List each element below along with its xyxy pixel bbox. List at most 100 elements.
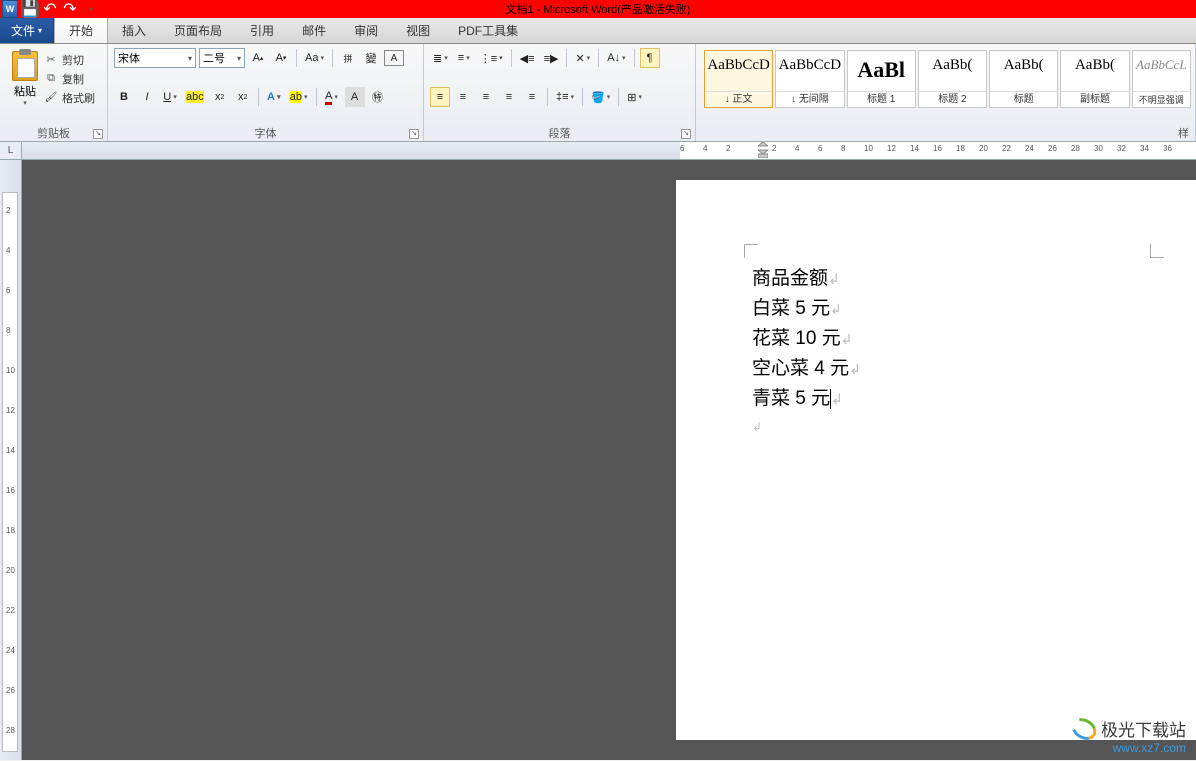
- ruler-tick: 4: [703, 144, 707, 153]
- ruler-tick: 34: [1140, 144, 1149, 153]
- style-title[interactable]: AaBb(标题: [989, 50, 1058, 108]
- highlight-button[interactable]: ab: [287, 87, 311, 107]
- char-border-button[interactable]: A: [384, 50, 404, 66]
- tab-mailings[interactable]: 邮件: [288, 18, 340, 43]
- indent-marker-icon[interactable]: [758, 142, 768, 160]
- ruler-tick: 26: [1048, 144, 1057, 153]
- paste-button[interactable]: 粘贴 ▾: [6, 47, 44, 107]
- vruler-tick: 28: [6, 726, 15, 735]
- group-font: 宋体▾ 二号▾ A▴ A▾ Aa 拼 變 A B I U abc x2 x2 A…: [108, 44, 424, 141]
- vertical-ruler[interactable]: 246810121416182022242628: [0, 160, 22, 760]
- redo-icon[interactable]: ↷: [62, 1, 78, 17]
- phonetic-guide-button[interactable]: 拼: [338, 48, 358, 68]
- document-body[interactable]: 商品金额↲ 白菜 5 元↲ 花菜 10 元↲ 空心菜 4 元↲ 青菜 5 元↲: [752, 264, 861, 414]
- scissors-icon: [44, 53, 58, 67]
- font-dialog-launcher[interactable]: ↘: [409, 129, 419, 139]
- enclose-char-button[interactable]: 變: [361, 48, 381, 68]
- italic-button[interactable]: I: [137, 87, 157, 107]
- tab-view[interactable]: 视图: [392, 18, 444, 43]
- align-distribute-button[interactable]: ≡: [522, 87, 542, 107]
- save-icon[interactable]: 💾: [22, 1, 38, 17]
- word-app-icon[interactable]: W: [2, 1, 18, 17]
- ruler-tick: 30: [1094, 144, 1103, 153]
- format-painter-button[interactable]: 格式刷: [44, 88, 95, 107]
- paste-icon: [12, 51, 38, 81]
- char-shading-button[interactable]: A: [345, 87, 365, 107]
- vruler-tick: 24: [6, 646, 15, 655]
- offscreen-area: [22, 160, 676, 760]
- clipboard-dialog-launcher[interactable]: ↘: [93, 129, 103, 139]
- grow-font-button[interactable]: A▴: [248, 48, 268, 68]
- ruler-corner-icon[interactable]: L: [0, 142, 22, 159]
- asian-layout-button[interactable]: ✕: [572, 48, 593, 68]
- vruler-tick: 14: [6, 446, 15, 455]
- page-canvas-area[interactable]: 商品金额↲ 白菜 5 元↲ 花菜 10 元↲ 空心菜 4 元↲ 青菜 5 元↲ …: [676, 160, 1196, 760]
- doc-line: 商品金额↲: [752, 264, 861, 294]
- text-effects-button[interactable]: A: [264, 87, 284, 107]
- style-subtle[interactable]: AaBbCcL不明显强调: [1132, 50, 1191, 108]
- shading-button[interactable]: 🪣: [588, 87, 613, 107]
- borders-button[interactable]: ⊞: [624, 87, 645, 107]
- tab-home[interactable]: 开始: [54, 18, 108, 43]
- sort-button[interactable]: A↓: [604, 48, 628, 68]
- underline-button[interactable]: U: [160, 87, 180, 107]
- group-styles: AaBbCcD↓ 正文 AaBbCcD↓ 无间隔 AaBl标题 1 AaBb(标…: [696, 44, 1196, 141]
- subscript-button[interactable]: x2: [210, 87, 230, 107]
- font-size-select[interactable]: 二号▾: [199, 48, 245, 68]
- show-marks-button[interactable]: ¶: [640, 48, 660, 68]
- style-heading2[interactable]: AaBb(标题 2: [918, 50, 987, 108]
- font-name-select[interactable]: 宋体▾: [114, 48, 196, 68]
- tab-pdf[interactable]: PDF工具集: [444, 18, 532, 43]
- align-right-button[interactable]: ≡: [476, 87, 496, 107]
- doc-line: 花菜 10 元↲: [752, 324, 861, 354]
- vruler-tick: 8: [6, 326, 10, 335]
- decrease-indent-button[interactable]: ◀≡: [517, 48, 538, 68]
- style-subtitle[interactable]: AaBb(副标题: [1060, 50, 1129, 108]
- multilevel-button[interactable]: ⋮≡: [477, 48, 506, 68]
- strikethrough-button[interactable]: abc: [183, 87, 207, 107]
- ruler-tick: 8: [841, 144, 845, 153]
- ruler-tick: 4: [795, 144, 799, 153]
- cut-button[interactable]: 剪切: [44, 50, 95, 69]
- bullets-button[interactable]: ≣: [430, 48, 451, 68]
- title-bar: W 💾 ↶ ↷ 文档1 - Microsoft Word(产品激活失败): [0, 0, 1196, 18]
- qat-customize-icon[interactable]: [82, 1, 98, 17]
- font-color-button[interactable]: A: [322, 87, 342, 107]
- watermark-name: 极光下载站: [1101, 716, 1186, 741]
- horizontal-ruler[interactable]: 64224681012141618202224262830323436: [680, 142, 1196, 159]
- document-page[interactable]: 商品金额↲ 白菜 5 元↲ 花菜 10 元↲ 空心菜 4 元↲ 青菜 5 元↲ …: [676, 180, 1196, 740]
- undo-icon[interactable]: ↶: [42, 1, 58, 17]
- ruler-tick: 2: [726, 144, 730, 153]
- ruler-tick: 14: [910, 144, 919, 153]
- tab-pagelayout[interactable]: 页面布局: [160, 18, 236, 43]
- doc-line: 白菜 5 元↲: [752, 294, 861, 324]
- ruler-tick: 6: [680, 144, 684, 153]
- change-case-button[interactable]: Aa: [302, 48, 327, 68]
- ruler-tick: 22: [1002, 144, 1011, 153]
- shrink-font-button[interactable]: A▾: [271, 48, 291, 68]
- tab-insert[interactable]: 插入: [108, 18, 160, 43]
- tab-references[interactable]: 引用: [236, 18, 288, 43]
- tab-review[interactable]: 审阅: [340, 18, 392, 43]
- style-normal[interactable]: AaBbCcD↓ 正文: [704, 50, 773, 108]
- align-center-button[interactable]: ≡: [453, 87, 473, 107]
- tab-file[interactable]: 文件 ▾: [0, 18, 54, 43]
- numbering-button[interactable]: ≡: [454, 48, 474, 68]
- superscript-button[interactable]: x2: [233, 87, 253, 107]
- bold-button[interactable]: B: [114, 87, 134, 107]
- paragraph-dialog-launcher[interactable]: ↘: [681, 129, 691, 139]
- line-spacing-button[interactable]: ‡≡: [553, 87, 577, 107]
- align-justify-button[interactable]: ≡: [499, 87, 519, 107]
- copy-button[interactable]: 复制: [44, 69, 95, 88]
- ruler-tick: 28: [1071, 144, 1080, 153]
- vruler-tick: 4: [6, 246, 10, 255]
- horizontal-ruler-strip: L 64224681012141618202224262830323436: [0, 142, 1196, 160]
- style-nospacing[interactable]: AaBbCcD↓ 无间隔: [775, 50, 844, 108]
- font-group-label: 字体: [255, 128, 277, 140]
- style-heading1[interactable]: AaBl标题 1: [847, 50, 916, 108]
- align-left-button[interactable]: ≡: [430, 87, 450, 107]
- vruler-tick: 20: [6, 566, 15, 575]
- enclose-button[interactable]: ㊕: [368, 87, 388, 107]
- increase-indent-button[interactable]: ≡▶: [541, 48, 562, 68]
- paragraph-group-label: 段落: [549, 128, 571, 140]
